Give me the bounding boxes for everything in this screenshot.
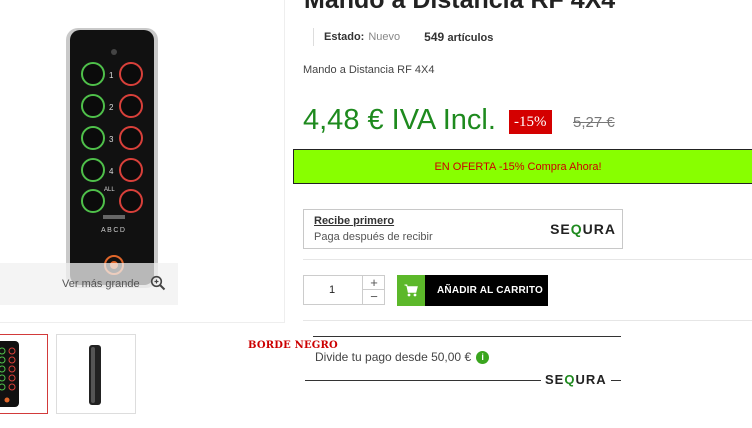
quantity-stepper[interactable]: 1 + − [303, 275, 385, 305]
regular-price: 5,27 € [573, 114, 615, 131]
offer-banner: EN OFERTA -15% Compra Ahora! [293, 149, 752, 184]
add-to-cart-button[interactable]: AÑADIR AL CARRITO [397, 275, 548, 306]
info-icon[interactable]: i [476, 350, 490, 364]
quantity-increment-button[interactable]: + [363, 276, 385, 290]
sequra-logo-suffix: URA [582, 221, 616, 237]
remote-label-1: 1 [109, 71, 114, 80]
installments-top-line [313, 336, 621, 337]
sequra-pay-later-widget[interactable]: Recibe primero Paga después de recibir S… [303, 209, 623, 249]
installments-logo-suffix: URA [575, 372, 607, 387]
remote-button-red-all [119, 189, 143, 213]
installments-message: Divide tu pago desde 50,00 € i [315, 350, 490, 364]
remote-button-red-3 [119, 126, 143, 150]
product-meta: Estado: Nuevo 549 artículos [313, 28, 493, 46]
stock-unit: artículos [447, 32, 494, 44]
add-to-cart-label: AÑADIR AL CARRITO [437, 285, 543, 296]
installments-end-line [611, 380, 621, 381]
stock-number: 549 [424, 30, 445, 44]
product-page: 1 2 3 4 ALL ABCD Ver más grande BORDE NE… [0, 0, 752, 428]
remote-button-red-2 [119, 94, 143, 118]
thumbnail-side-image [89, 345, 101, 405]
thumbnail-front-image [0, 341, 19, 407]
remote-button-green-1 [81, 62, 105, 86]
product-short-description: Mando a Distancia RF 4X4 [303, 64, 435, 76]
product-image-frame[interactable]: 1 2 3 4 ALL ABCD Ver más grande [0, 0, 285, 323]
thumbnail-side[interactable] [56, 334, 136, 414]
remote-button-red-1 [119, 62, 143, 86]
divider [303, 320, 752, 321]
remote-button-green-4 [81, 158, 105, 182]
sequra-subtitle: Paga después de recibir [314, 231, 433, 243]
current-price: 4,48 € IVA Incl. [303, 104, 496, 136]
sequra-logo-mark: Q [570, 221, 583, 237]
remote-label-4: 4 [109, 167, 114, 176]
remote-brand: ABCD [101, 227, 126, 234]
remote-button-red-4 [119, 158, 143, 182]
installments-logo-prefix: SE [545, 372, 565, 387]
stock-count: 549 artículos [424, 30, 493, 44]
sequra-logo: SEQURA [550, 221, 616, 237]
divider [303, 259, 752, 260]
condition-label: Estado: [324, 31, 365, 43]
quantity-decrement-button[interactable]: − [363, 290, 385, 304]
remote-label-3: 3 [109, 135, 114, 144]
discount-badge: -15% [509, 110, 552, 134]
meta-separator [313, 28, 314, 46]
zoom-label[interactable]: Ver más grande [62, 278, 140, 290]
zoom-icon[interactable] [150, 275, 166, 296]
remote-button-green-2 [81, 94, 105, 118]
sequra-title[interactable]: Recibe primero [314, 215, 394, 227]
installments-text: Divide tu pago desde 50,00 € [315, 350, 472, 364]
sequra-logo-prefix: SE [550, 221, 571, 237]
offer-text: EN OFERTA -15% Compra Ahora! [434, 160, 602, 173]
remote-label-2: 2 [109, 103, 114, 112]
installments-bottom-line [305, 380, 541, 381]
remote-button-green-all [81, 189, 105, 213]
remote-label-all: ALL [104, 187, 115, 193]
thumbnail-front[interactable] [0, 334, 48, 414]
condition-value: Nuevo [368, 31, 401, 43]
cart-icon [397, 275, 425, 306]
installments-logo-mark: Q [564, 372, 576, 387]
quantity-input[interactable]: 1 [304, 276, 360, 304]
quantity-buttons: + − [362, 276, 385, 304]
installments-sequra-logo: SEQURA [545, 372, 607, 387]
remote-button-green-3 [81, 126, 105, 150]
product-title: Mando a Distancia RF 4X4 [304, 0, 616, 14]
